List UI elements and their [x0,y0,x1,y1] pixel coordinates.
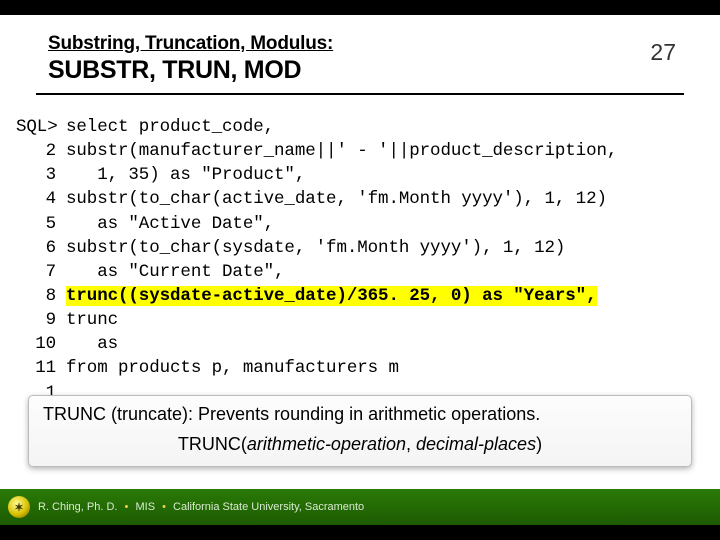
callout-line2: TRUNC(arithmetic-operation, decimal-plac… [43,434,677,455]
header-left: Substring, Truncation, Modulus: SUBSTR, … [48,33,333,85]
callout-line1: TRUNC (truncate): Prevents rounding in a… [43,404,677,425]
slide-subtitle: Substring, Truncation, Modulus: [48,33,333,55]
callout-line2-e: ) [536,434,542,454]
logo-icon: ✶ [8,496,30,518]
page-number: 27 [650,33,680,66]
footer-org: California State University, Sacramento [173,501,364,513]
callout-box: TRUNC (truncate): Prevents rounding in a… [28,395,692,467]
callout-line1-a: TRUNC (truncate): [43,404,198,424]
footer-text: R. Ching, Ph. D. • MIS • California Stat… [38,501,364,513]
slide-title: SUBSTR, TRUN, MOD [48,56,333,85]
callout-line2-b: arithmetic-operation [247,434,406,454]
callout-line1-b: Prevents rounding in arithmetic operatio… [198,404,540,424]
bullet-icon: • [125,501,129,513]
callout-line2-c: , [406,434,416,454]
footer-bar: ✶ R. Ching, Ph. D. • MIS • California St… [0,489,720,525]
slide-header: Substring, Truncation, Modulus: SUBSTR, … [0,15,720,91]
callout-arrow-clip [0,297,720,393]
footer-dept: MIS [135,501,155,513]
bullet-icon: • [162,501,166,513]
slide: Substring, Truncation, Modulus: SUBSTR, … [0,15,720,525]
callout-line2-d: decimal-places [416,434,536,454]
footer-author: R. Ching, Ph. D. [38,501,117,513]
callout-line2-a: TRUNC( [178,434,247,454]
